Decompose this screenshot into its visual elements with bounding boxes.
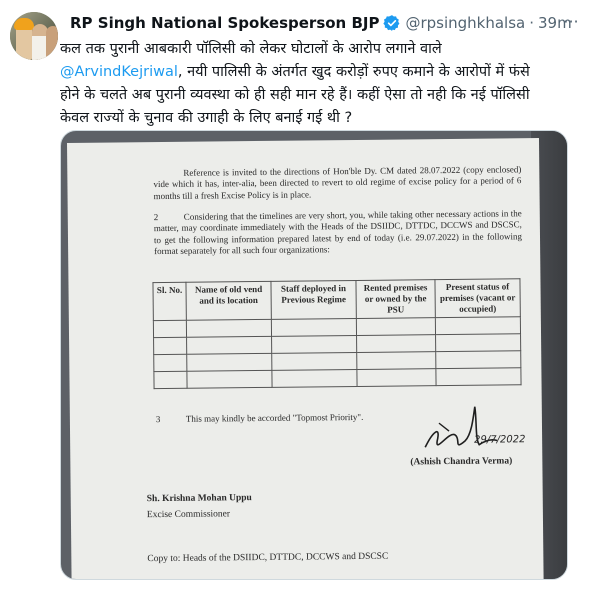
tweet-header: RP Singh National Spokesperson BJP @rpsi…: [70, 12, 572, 34]
mention-link[interactable]: @ArvindKejriwal: [60, 64, 178, 80]
recipient-name: Sh. Krishna Mohan Uppu: [146, 493, 252, 505]
verified-badge-icon: [383, 14, 401, 32]
signature-date: 29/7/2022: [474, 434, 526, 446]
more-options-icon[interactable]: ···: [558, 8, 584, 34]
recipient-title: Excise Commissioner: [146, 509, 231, 521]
document-paragraph-1: Reference is invited to the directions o…: [153, 164, 522, 201]
table-header: Present status of premises (vacant or oc…: [434, 278, 521, 318]
avatar[interactable]: [10, 12, 58, 60]
author-name[interactable]: RP Singh National Spokesperson BJP: [70, 14, 379, 32]
tweet-text: कल तक पुरानी आबकारी पॉलिसी को लेकर घोटाल…: [60, 38, 580, 130]
tweet-text-line: @ArvindKejriwal, नयी पालिसी के अंतर्गत ख…: [60, 64, 530, 80]
tweet-text-line: होने के चलते अब पुरानी व्यवस्था को ही सह…: [60, 87, 530, 103]
table-header: Name of old vend and its location: [185, 281, 272, 321]
table-row: [153, 367, 522, 389]
document-photo: Reference is invited to the directions o…: [67, 138, 544, 579]
tweet-media-image[interactable]: Reference is invited to the directions o…: [60, 130, 568, 580]
tweet-text-line: कल तक पुरानी आबकारी पॉलिसी को लेकर घोटाल…: [60, 41, 442, 57]
copy-to-line: Copy to: Heads of the DSIIDC, DTTDC, DCC…: [147, 551, 389, 565]
tweet-card[interactable]: RP Singh National Spokesperson BJP @rpsi…: [0, 0, 590, 592]
signature-scribble: [424, 406, 498, 448]
tweet-text-line: केवल राज्यों के चुनाव की उगाही के लिए बन…: [60, 110, 353, 126]
table-header: Rented premises or owned by the PSU: [355, 279, 436, 319]
format-table: Sl. No. Name of old vend and its locatio…: [152, 278, 522, 389]
document-paragraph-number: 3: [155, 414, 161, 425]
table-header: Staff deployed in Previous Regime: [270, 280, 357, 320]
signatory-name: (Ashish Chandra Verma): [410, 456, 513, 468]
document-paragraph-2: Considering that the timelines are very …: [153, 208, 523, 257]
separator-dot: ·: [529, 14, 535, 32]
author-handle[interactable]: @rpsinghkhalsa: [405, 14, 525, 32]
table-header: Sl. No.: [152, 282, 187, 321]
document-paragraph-3: This may kindly be accorded "Topmost Pri…: [185, 411, 364, 424]
